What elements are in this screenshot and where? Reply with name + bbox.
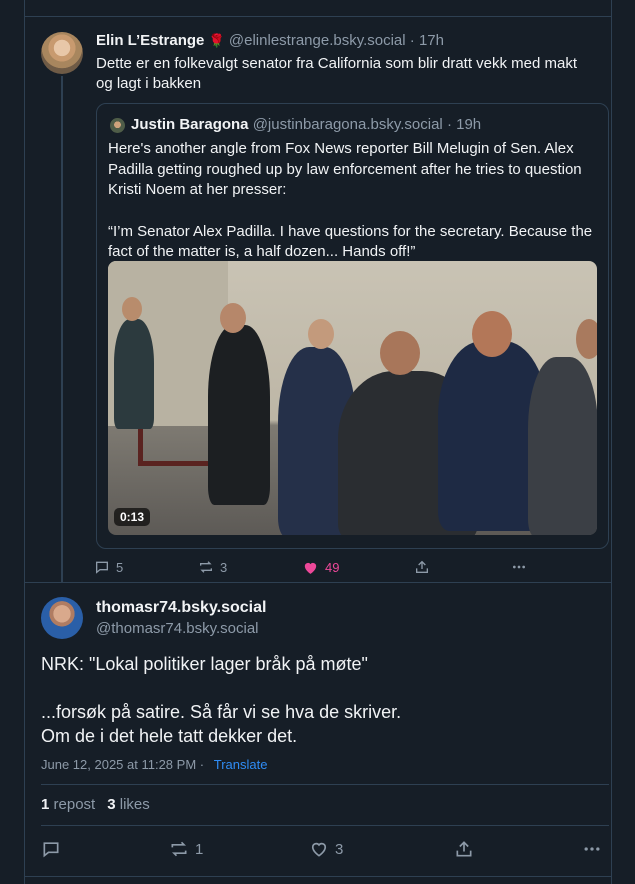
more-button[interactable] <box>510 556 528 578</box>
reply-button[interactable]: 5 <box>94 556 123 578</box>
author-handle[interactable]: @elinlestrange.bsky.social <box>229 32 406 49</box>
divider <box>24 16 612 17</box>
separator-dot: · <box>446 116 452 133</box>
reply-icon <box>43 842 59 858</box>
quoted-post[interactable]: Justin Baragona @justinbaragona.bsky.soc… <box>96 103 609 549</box>
post-header: Elin L’Estrange 🌹 @elinlestrange.bsky.so… <box>96 32 444 49</box>
reply-count: 5 <box>116 559 124 575</box>
divider <box>24 582 612 583</box>
share-button[interactable] <box>454 838 474 860</box>
like-stat-label: likes <box>119 796 150 813</box>
avatar[interactable] <box>41 32 83 74</box>
reply-icon <box>96 561 108 574</box>
repost-stat-count: 1 <box>41 796 50 813</box>
like-stat[interactable]: 3 likes <box>107 796 150 813</box>
video-frame-head <box>220 303 246 333</box>
video-frame-person <box>528 357 597 535</box>
avatar[interactable] <box>41 597 83 639</box>
video-frame-head <box>122 297 142 321</box>
rose-emoji: 🌹 <box>208 33 225 48</box>
repost-count: 1 <box>195 840 204 858</box>
repost-count: 3 <box>220 559 228 575</box>
repost-icon <box>171 841 187 857</box>
like-stat-count: 3 <box>107 796 116 813</box>
quote-author-name[interactable]: Justin Baragona <box>131 116 249 133</box>
quote-header: Justin Baragona @justinbaragona.bsky.soc… <box>131 116 481 133</box>
repost-stat-label: repost <box>53 796 96 813</box>
post-time[interactable]: 17h <box>419 32 444 49</box>
post-actions: 1 3 <box>41 838 609 862</box>
like-button[interactable]: 49 <box>302 556 339 578</box>
post-text: Dette er en folkevalgt senator fra Calif… <box>96 55 578 92</box>
post-line: NRK: "Lokal politiker lager bråk på møte… <box>41 654 368 674</box>
video-frame-head <box>576 319 597 359</box>
video-frame-person <box>208 325 270 505</box>
share-icon <box>456 841 472 857</box>
video-frame-person <box>114 319 154 429</box>
video-frame-head <box>380 331 420 375</box>
translate-link[interactable]: Translate <box>214 757 268 772</box>
repost-icon <box>200 561 212 573</box>
share-icon <box>416 560 428 573</box>
thread-line <box>61 76 63 582</box>
post-stats: 1 repost 3 likes <box>41 796 150 813</box>
repost-button[interactable]: 1 <box>169 838 203 860</box>
post-meta: June 12, 2025 at 11:28 PM · Translate <box>41 757 267 772</box>
repost-stat[interactable]: 1 repost <box>41 796 95 813</box>
video-player[interactable]: 0:13 <box>108 261 597 535</box>
post-line-part: Om de i det hele tatt dekker det. <box>41 726 298 746</box>
quote-paragraph: Here's another angle from Fox News repor… <box>108 140 582 199</box>
separator-dot: · <box>199 757 205 772</box>
reply-button[interactable] <box>41 838 61 860</box>
video-frame-head <box>472 311 512 357</box>
author-name[interactable]: thomasr74.bsky.social <box>96 599 266 617</box>
share-button[interactable] <box>414 556 430 578</box>
repost-button[interactable]: 3 <box>198 556 227 578</box>
post-line-part: ...forsøk på satire. Så får vi se hva de… <box>41 702 402 722</box>
author-name[interactable]: Elin L’Estrange <box>96 32 204 49</box>
quote-time[interactable]: 19h <box>456 116 481 133</box>
quote-avatar[interactable] <box>110 118 125 133</box>
post-timestamp: June 12, 2025 at 11:28 PM <box>41 757 197 772</box>
quote-author-handle[interactable]: @justinbaragona.bsky.social <box>253 116 443 133</box>
divider <box>24 876 612 877</box>
video-duration: 0:13 <box>114 508 151 526</box>
quote-paragraph: “I’m Senator Alex Padilla. I have questi… <box>108 222 593 261</box>
more-icon <box>584 847 600 851</box>
divider <box>41 784 609 785</box>
quote-text: Here's another angle from Fox News repor… <box>108 139 600 263</box>
more-button[interactable] <box>581 838 603 860</box>
separator-dot: · <box>409 32 415 49</box>
more-icon <box>513 565 525 569</box>
like-count: 3 <box>335 840 344 858</box>
heart-icon <box>311 842 327 857</box>
author-handle[interactable]: @thomasr74.bsky.social <box>96 620 259 637</box>
divider <box>41 825 609 826</box>
post-actions: 5 3 49 <box>94 556 534 578</box>
post-text: NRK: "Lokal politiker lager bråk på møte… <box>41 652 591 748</box>
post-line: ...forsøk på satire. Så får vi se hva de… <box>41 700 591 748</box>
video-frame-head <box>308 319 334 349</box>
heart-icon <box>304 562 317 574</box>
like-button[interactable]: 3 <box>309 838 343 860</box>
like-count: 49 <box>325 559 340 575</box>
